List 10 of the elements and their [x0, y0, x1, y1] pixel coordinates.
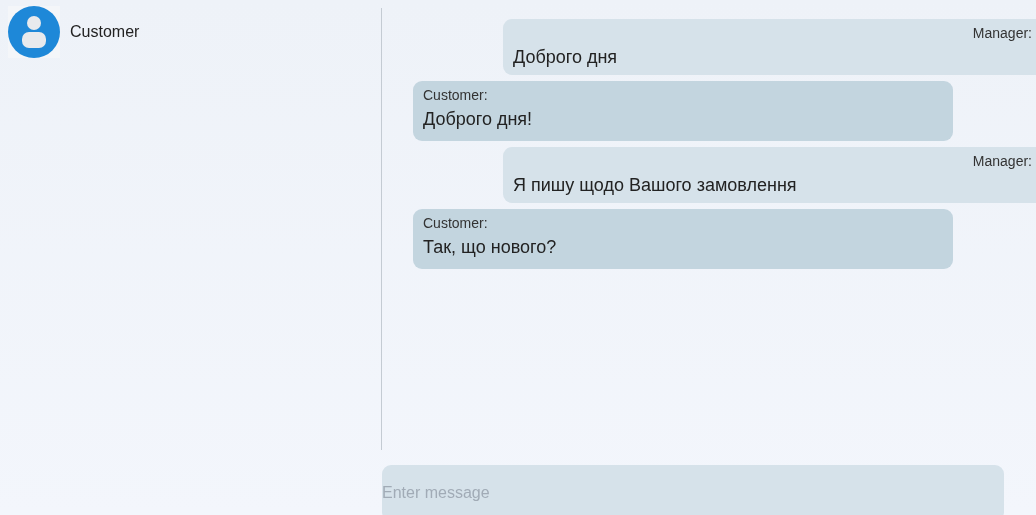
message-text: Доброго дня!: [423, 109, 534, 130]
sender-label: Customer:: [423, 87, 489, 103]
message-text: Доброго дня: [513, 47, 619, 68]
sender-label: Manager:: [972, 153, 1032, 169]
message-text: Так, що нового?: [423, 237, 558, 258]
message-text: Я пишу щодо Вашого замовлення: [513, 175, 798, 196]
contact-name[interactable]: Customer: [70, 23, 140, 41]
sender-label: Manager:: [972, 25, 1032, 41]
avatar-icon: [8, 6, 60, 58]
sender-label: Customer:: [423, 215, 489, 231]
